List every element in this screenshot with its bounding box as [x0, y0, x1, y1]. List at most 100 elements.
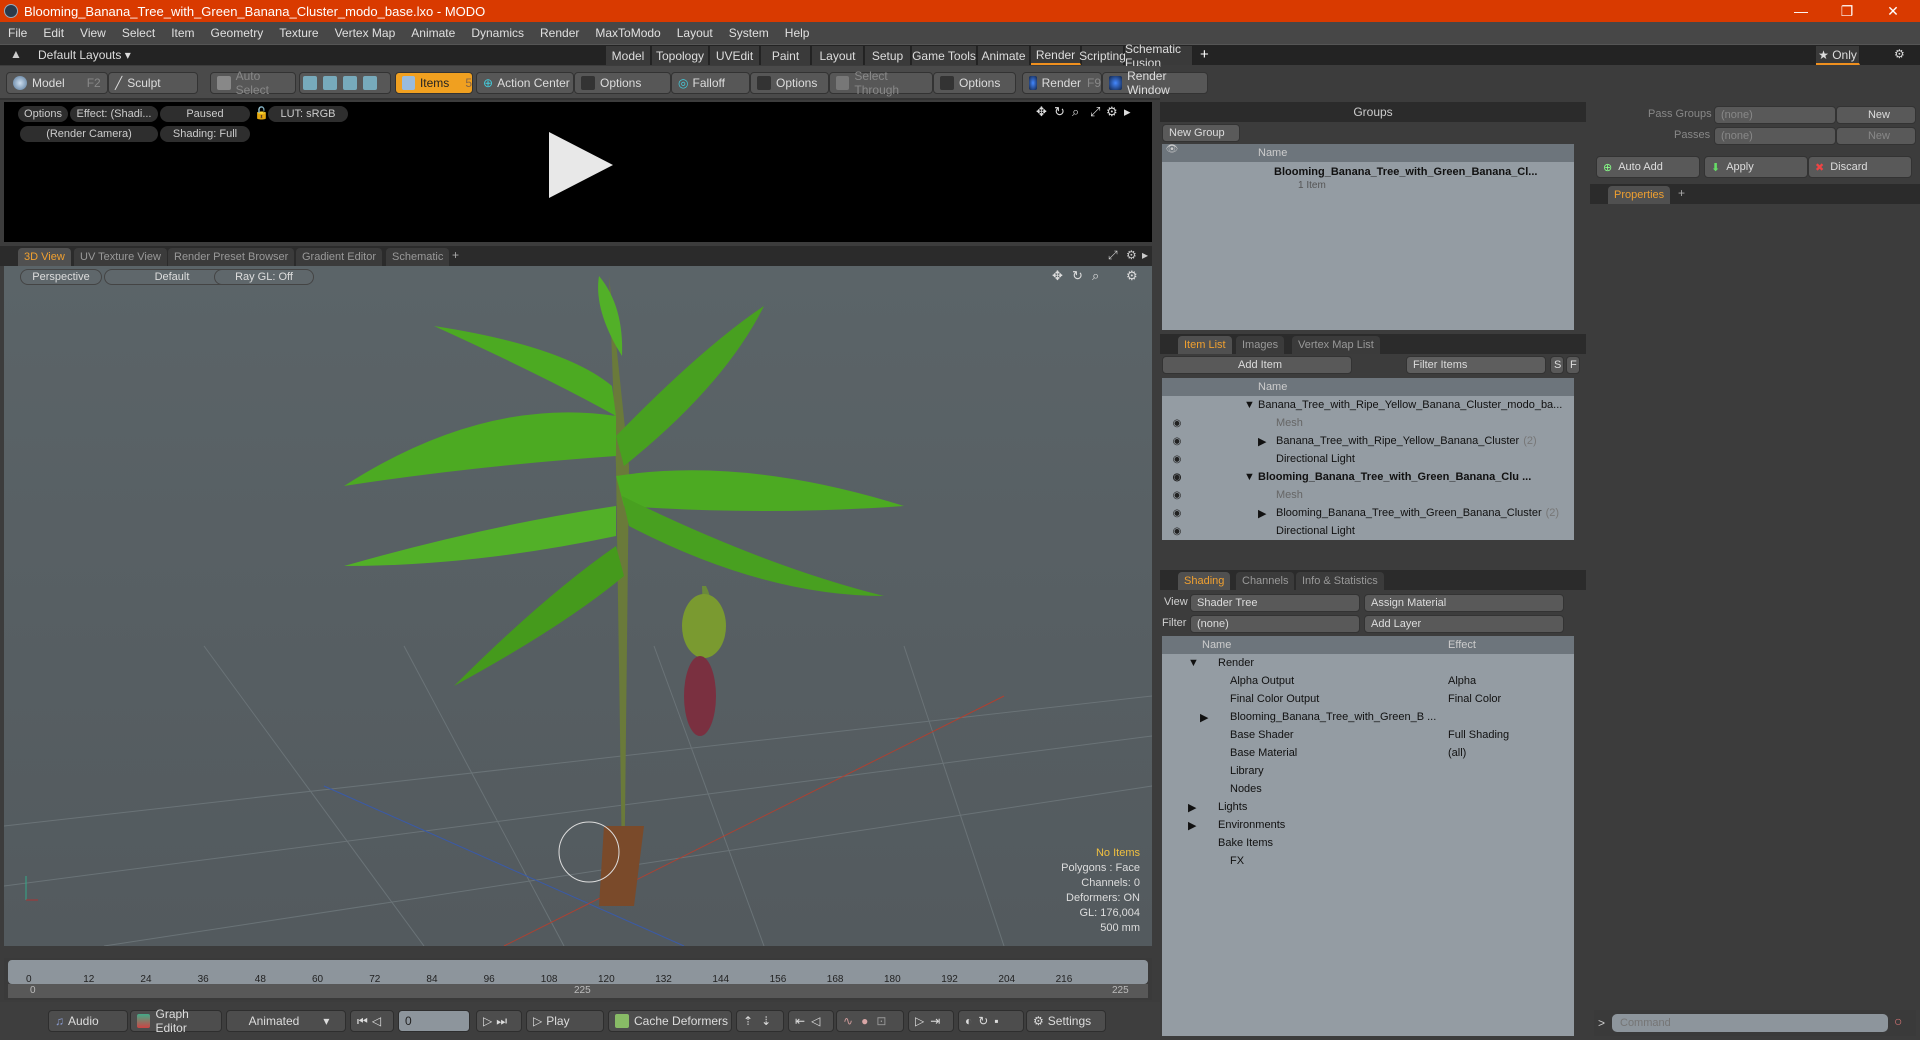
item-row[interactable]: ◉ ▶ Banana_Tree_with_Ripe_Yellow_Banana_Cl…	[1162, 432, 1574, 450]
visibility-eye-icon[interactable]: ◉	[1170, 490, 1184, 501]
rotate-icon[interactable]: ↻	[1072, 268, 1083, 284]
shading-dropdown[interactable]: Shading: Full	[160, 126, 250, 142]
download-key-icon[interactable]: ⇣	[761, 1014, 771, 1028]
new-pass-button[interactable]: New	[1836, 127, 1916, 145]
select-through-button[interactable]: Select Through	[829, 69, 933, 97]
render-camera-dropdown[interactable]: (Render Camera)	[20, 126, 158, 142]
add-layout-button[interactable]: +	[1200, 46, 1209, 63]
paused-toggle[interactable]: Paused	[160, 106, 250, 122]
new-group-button[interactable]: New Group	[1162, 124, 1240, 142]
cache-deformers-button[interactable]: Cache Deformers	[608, 1010, 732, 1032]
tab-item-list[interactable]: Item List	[1178, 336, 1232, 354]
effect-value[interactable]: (all)	[1448, 747, 1466, 759]
auto-add-button[interactable]: ⊕ Auto Add	[1596, 156, 1700, 178]
item-row[interactable]: ◉ ▼ Blooming_Banana_Tree_with_Green_Banana…	[1162, 468, 1574, 486]
layout-tab-game-tools[interactable]: Game Tools	[912, 46, 977, 65]
tab-schematic[interactable]: Schematic	[386, 248, 450, 266]
select-through-options-button[interactable]: Options	[933, 72, 1016, 94]
raygl-toggle[interactable]: Ray GL: Off	[214, 269, 314, 285]
default-layouts-dropdown[interactable]: Default Layouts ▾	[38, 48, 131, 62]
3d-viewport[interactable]: Perspective Default Ray GL: Off ✥ ↻ ⌕ ⚙ …	[4, 266, 1152, 946]
layout-tab-paint[interactable]: Paint	[761, 46, 811, 65]
materials-mode-icon[interactable]	[363, 76, 377, 90]
shader-row[interactable]: ▶ Environments	[1162, 816, 1574, 834]
apply-button[interactable]: ⬇ Apply	[1704, 156, 1808, 178]
close-button[interactable]: ✕	[1870, 0, 1916, 22]
record-macro-icon[interactable]: ○	[1894, 1013, 1902, 1029]
shader-row[interactable]: Base Material (all)	[1162, 744, 1574, 762]
next-key-small-icon[interactable]: ▷	[915, 1014, 924, 1028]
menu-system[interactable]: System	[721, 26, 777, 40]
menu-geometry[interactable]: Geometry	[203, 26, 272, 40]
item-row[interactable]: ◉ Directional Light	[1162, 450, 1574, 468]
menu-render[interactable]: Render	[532, 26, 587, 40]
item-row[interactable]: ◉ Mesh	[1162, 486, 1574, 504]
action-center-options-button[interactable]: Options	[574, 72, 671, 94]
minimize-button[interactable]: —	[1778, 0, 1824, 22]
expand-arrow-icon[interactable]: ▸	[1124, 104, 1131, 120]
timeline-range[interactable]: 0 225 225	[8, 984, 1148, 998]
skip-to-start-icon[interactable]: ⏮	[357, 1014, 368, 1029]
layout-tab-scripting[interactable]: Scripting	[1079, 46, 1126, 65]
menu-view[interactable]: View	[72, 26, 114, 40]
render-button[interactable]: Render F9	[1022, 72, 1102, 94]
prev-key-small-icon[interactable]: ◁	[811, 1014, 820, 1028]
frame-input[interactable]: 0	[398, 1010, 470, 1032]
lock-icon[interactable]: 🔓	[254, 106, 269, 120]
items-mode-button[interactable]: Items 5	[395, 72, 473, 94]
shader-row[interactable]: ▶ Blooming_Banana_Tree_with_Green_B ...	[1162, 708, 1574, 726]
render-window-button[interactable]: Render Window	[1102, 69, 1208, 97]
tab-shading[interactable]: Shading	[1178, 572, 1231, 590]
layout-tab-topology[interactable]: Topology	[652, 46, 709, 65]
shader-row[interactable]: Library	[1162, 762, 1574, 780]
tab-info-statistics[interactable]: Info & Statistics	[1296, 572, 1384, 590]
key-filter-icon[interactable]: ⊡	[876, 1014, 886, 1028]
key-loop-icon[interactable]: ↻	[978, 1014, 988, 1028]
gear-icon[interactable]: ⚙	[1894, 47, 1905, 61]
add-tab-button[interactable]: +	[452, 248, 459, 262]
visibility-eye-icon[interactable]: ◉	[1170, 472, 1184, 483]
graph-editor-button[interactable]: Graph Editor	[130, 1007, 222, 1035]
skip-to-end-icon[interactable]: ⏭	[496, 1014, 507, 1029]
menu-select[interactable]: Select	[114, 26, 163, 40]
next-key-icon[interactable]: ⇥	[930, 1014, 940, 1028]
visibility-eye-icon[interactable]: ◉	[1170, 508, 1184, 519]
layout-tab-setup[interactable]: Setup	[865, 46, 911, 65]
visibility-eye-icon[interactable]: ◉	[1170, 454, 1184, 465]
record-icon[interactable]: ●	[861, 1014, 868, 1028]
shader-row[interactable]: Alpha Output Alpha	[1162, 672, 1574, 690]
menu-texture[interactable]: Texture	[271, 26, 326, 40]
item-row[interactable]: ◉ Directional Light	[1162, 522, 1574, 540]
menu-vertex-map[interactable]: Vertex Map	[327, 26, 404, 40]
edges-mode-icon[interactable]	[323, 76, 337, 90]
tab-vertex-map-list[interactable]: Vertex Map List	[1292, 336, 1380, 354]
menu-animate[interactable]: Animate	[403, 26, 463, 40]
effect-value[interactable]: Full Shading	[1448, 729, 1509, 741]
add-tab-button[interactable]: +	[1678, 186, 1685, 200]
maximize-icon[interactable]: ⤢	[1090, 104, 1100, 120]
effect-value[interactable]: Alpha	[1448, 675, 1476, 687]
add-layer-dropdown[interactable]: Add Layer	[1364, 615, 1564, 633]
sculpt-mode-button[interactable]: ╱ Sculpt	[108, 72, 198, 94]
menu-item[interactable]: Item	[163, 26, 202, 40]
shader-row[interactable]: FX	[1162, 852, 1574, 870]
render-options-button[interactable]: Options	[18, 106, 68, 122]
filter-dropdown[interactable]: (none)	[1190, 615, 1360, 633]
play-render-icon[interactable]	[549, 132, 613, 198]
passes-dropdown[interactable]: (none)	[1714, 127, 1836, 145]
prev-key-icon[interactable]: ⇤	[795, 1014, 805, 1028]
only-toggle[interactable]: ★ Only	[1816, 46, 1860, 65]
gear-icon[interactable]: ⚙	[1126, 248, 1137, 262]
gear-icon[interactable]: ⚙	[1106, 104, 1118, 120]
item-list-s-button[interactable]: S	[1550, 356, 1564, 374]
rotate-icon[interactable]: ↻	[1054, 104, 1065, 120]
vertices-mode-icon[interactable]	[303, 76, 317, 90]
collapse-arrow-icon[interactable]: ▲	[10, 47, 22, 61]
assign-material-dropdown[interactable]: Assign Material	[1364, 594, 1564, 612]
shader-row[interactable]: ▶ Lights	[1162, 798, 1574, 816]
polygons-mode-icon[interactable]	[343, 76, 357, 90]
effect-value[interactable]: Final Color	[1448, 693, 1501, 705]
tab-3d-view[interactable]: 3D View	[18, 248, 71, 266]
pan-icon[interactable]: ✥	[1052, 268, 1063, 284]
auto-key-icon[interactable]: ∿	[843, 1014, 853, 1028]
